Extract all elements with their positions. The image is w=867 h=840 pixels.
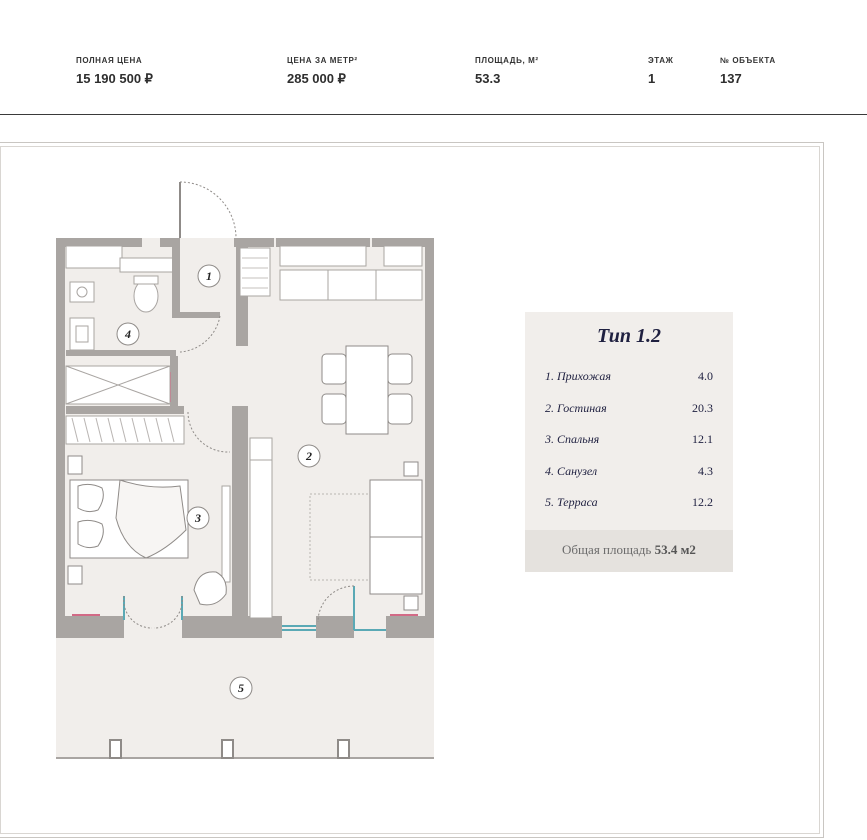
legend-room-name: 1. Прихожая [545, 369, 611, 383]
floor-plan-drawing: 1 2 3 4 5 [56, 181, 434, 759]
legend-room-name: 5. Терраса [545, 495, 598, 509]
legend-room-area: 12.2 [692, 495, 713, 509]
legend-room-area: 20.3 [692, 400, 713, 415]
sofa [369, 461, 423, 611]
legend-room-list: 1. Прихожая 4.0 2. Гостиная 20.3 3. Спал… [545, 369, 713, 527]
legend-room-name: 4. Санузел [545, 463, 598, 478]
legend-room-name: 3. Спальня [545, 432, 600, 446]
room-legend: Тип 1.2 1. Прихожая 4.0 2. Гостиная 20.3… [525, 312, 733, 572]
wardrobe [65, 415, 185, 445]
legend-room-row: 3. Спальня 12.1 [545, 432, 713, 464]
room-number-5: 5 [238, 681, 244, 695]
legend-room-name: 2. Гостиная [545, 400, 607, 415]
legend-room-row: 4. Санузел 4.3 [545, 464, 713, 496]
room-number-4: 4 [124, 327, 131, 341]
legend-room-row: 2. Гостиная 20.3 [545, 401, 713, 433]
legend-room-row: 1. Прихожая 4.0 [545, 369, 713, 401]
legend-total-value: 53.4 м2 [654, 542, 696, 557]
legend-title: Тип 1.2 [597, 325, 661, 347]
legend-room-area: 4.3 [698, 463, 713, 478]
legend-room-area: 12.1 [692, 432, 713, 446]
room-number-1: 1 [206, 269, 212, 283]
legend-room-area: 4.0 [698, 369, 713, 383]
legend-total-label: Общая площадь [562, 542, 652, 557]
legend-room-row: 5. Терраса 12.2 [545, 495, 713, 527]
legend-total-area: Общая площадь 53.4 м2 [525, 530, 733, 572]
room-number-3: 3 [194, 511, 201, 525]
room-number-2: 2 [305, 449, 312, 463]
